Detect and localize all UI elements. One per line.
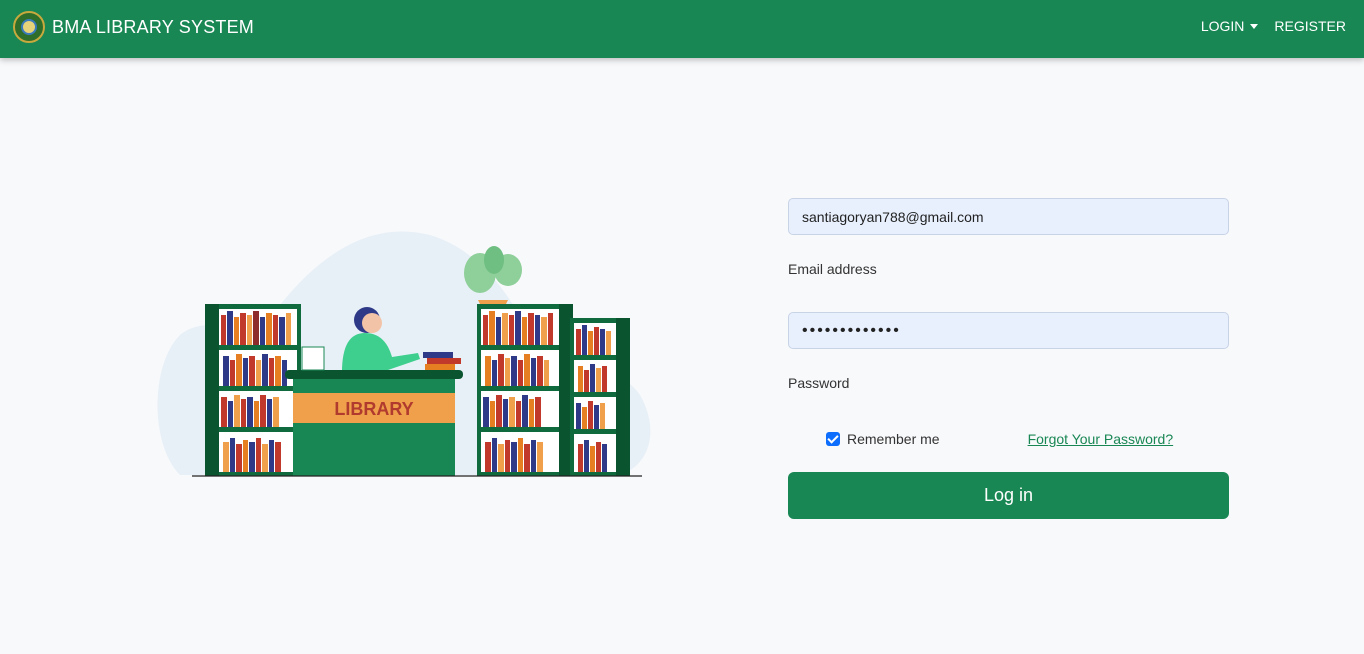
- forgot-password-link[interactable]: Forgot Your Password?: [1028, 431, 1174, 447]
- login-button[interactable]: Log in: [788, 472, 1229, 519]
- top-navbar: BMA LIBRARY SYSTEM LOGIN REGISTER: [0, 0, 1364, 58]
- remember-row: Remember me Forgot Your Password?: [788, 429, 1229, 449]
- remember-checkbox[interactable]: [826, 432, 840, 446]
- login-dropdown[interactable]: LOGIN: [1201, 18, 1259, 34]
- library-scene-image: LIBRARY: [157, 231, 651, 477]
- caret-down-icon: [1250, 23, 1259, 29]
- email-input[interactable]: [788, 198, 1229, 235]
- password-label: Password: [788, 375, 850, 391]
- brand-title: BMA LIBRARY SYSTEM: [52, 16, 255, 37]
- login-label: LOGIN: [1200, 18, 1245, 34]
- password-input[interactable]: •••••••••••••: [788, 312, 1229, 349]
- register-link[interactable]: REGISTER: [1274, 18, 1346, 34]
- library-illustration: LIBRARY: [150, 225, 660, 485]
- login-form: Email address ••••••••••••• Password Rem…: [788, 198, 1229, 519]
- brand[interactable]: BMA LIBRARY SYSTEM: [13, 10, 254, 44]
- library-logo-icon: [13, 11, 45, 43]
- remember-label[interactable]: Remember me: [847, 431, 940, 447]
- password-mask: •••••••••••••: [802, 321, 901, 339]
- library-desk-sign: LIBRARY: [334, 399, 413, 419]
- nav-links: LOGIN REGISTER: [1201, 18, 1346, 34]
- email-label: Email address: [788, 261, 877, 277]
